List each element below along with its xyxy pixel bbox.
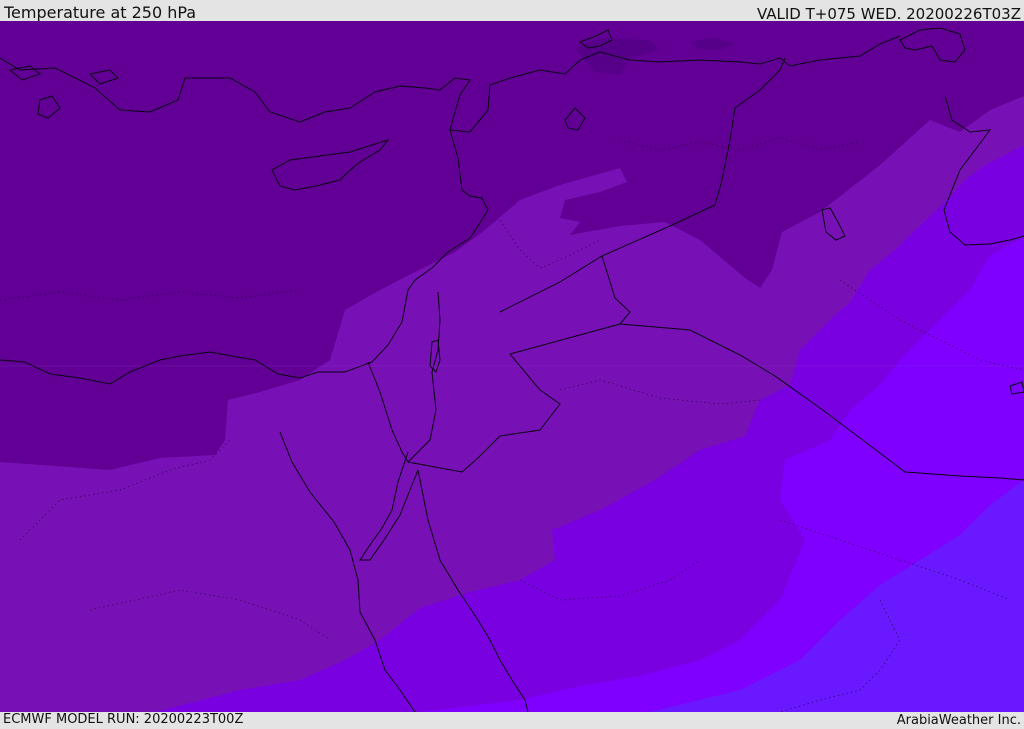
map-frame: Temperature at 250 hPa VALID T+075 WED. … [0, 0, 1024, 729]
model-run: ECMWF MODEL RUN: 20200223T00Z [3, 712, 244, 727]
temperature-map [0, 21, 1024, 712]
map-title: Temperature at 250 hPa [4, 3, 197, 22]
brand-label: ArabiaWeather Inc. [896, 713, 1021, 728]
valid-time: VALID T+075 WED. 20200226T03Z [756, 5, 1021, 23]
header-bar: Temperature at 250 hPa VALID T+075 WED. … [0, 0, 1024, 23]
